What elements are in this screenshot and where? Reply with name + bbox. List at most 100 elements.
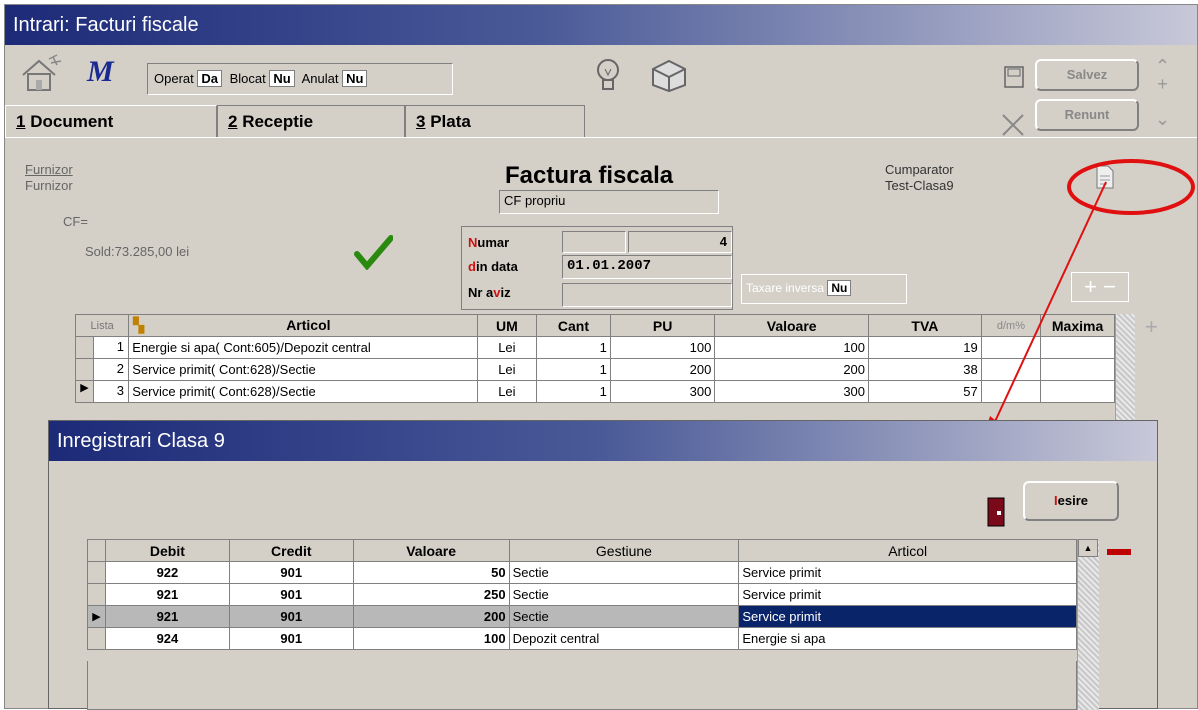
- chevron-down-icon[interactable]: ⌄: [1155, 109, 1170, 130]
- home-icon[interactable]: [19, 53, 65, 96]
- chevron-up-icon[interactable]: ⌃: [1155, 57, 1170, 75]
- row-pointer-icon[interactable]: ▶: [76, 381, 94, 402]
- taxare-value[interactable]: Nu: [827, 280, 852, 296]
- row-debit[interactable]: 924: [104, 627, 230, 650]
- row-um[interactable]: Lei: [476, 380, 538, 403]
- date-field[interactable]: 01.01.2007: [562, 255, 732, 279]
- window-title: Intrari: Facturi fiscale: [5, 5, 1197, 45]
- row-valoare[interactable]: 50: [352, 561, 510, 584]
- row-valoare[interactable]: 200: [714, 358, 870, 381]
- blocat-value[interactable]: Nu: [269, 70, 295, 87]
- row-indicator[interactable]: [87, 583, 106, 606]
- save-disk-icon[interactable]: [1003, 65, 1025, 92]
- remove-minus-icon[interactable]: [1107, 549, 1131, 555]
- scroll-up-icon[interactable]: ▲: [1078, 539, 1098, 557]
- row-debit[interactable]: 921: [104, 583, 230, 606]
- row-articol[interactable]: Service primit: [738, 561, 1077, 584]
- col-valoare[interactable]: Valoare: [714, 314, 870, 337]
- col-valoare[interactable]: Valoare: [352, 539, 510, 562]
- status-flags: Operat Da Blocat Nu Anulat Nu: [147, 63, 453, 95]
- col-gestiune[interactable]: Gestiune: [508, 539, 740, 562]
- row-tva[interactable]: 57: [868, 380, 982, 403]
- plus-icon[interactable]: +: [1145, 314, 1158, 340]
- nav-arrows[interactable]: ⌃ +: [1155, 57, 1170, 93]
- invoice-number-block: Numar 4 din data 01.01.2007 Nr aviz: [461, 226, 733, 310]
- cf-propriu-field[interactable]: CF propriu: [499, 190, 719, 214]
- col-um[interactable]: UM: [476, 314, 538, 337]
- row-gestiune[interactable]: Sectie: [508, 583, 740, 606]
- cumparator-block: Cumparator Test-Clasa9: [885, 162, 954, 194]
- row-pu[interactable]: 200: [609, 358, 716, 381]
- row-gestiune[interactable]: Sectie: [508, 605, 740, 628]
- table-row[interactable]: 924 901 100 Depozit central Energie si a…: [87, 627, 1077, 650]
- row-cant[interactable]: 1: [536, 336, 611, 359]
- anulat-value[interactable]: Nu: [342, 70, 368, 87]
- col-indicator: [87, 539, 106, 562]
- row-valoare[interactable]: 250: [352, 583, 510, 606]
- tab-receptie[interactable]: 2 Receptie: [217, 105, 405, 137]
- col-credit[interactable]: Credit: [228, 539, 354, 562]
- save-button[interactable]: Salvez: [1035, 59, 1139, 91]
- col-articol[interactable]: ▚ Articol: [128, 314, 478, 337]
- row-debit[interactable]: 921: [104, 605, 230, 628]
- clasa9-scrollbar[interactable]: ▲: [1077, 539, 1099, 710]
- table-row[interactable]: ▶ 3 Service primit( Cont:628)/Sectie Lei …: [74, 380, 1115, 403]
- row-indicator[interactable]: [87, 627, 106, 650]
- row-articol[interactable]: Service primit: [738, 605, 1077, 628]
- row-gestiune[interactable]: Depozit central: [508, 627, 740, 650]
- cancel-button[interactable]: Renunt: [1035, 99, 1139, 131]
- row-indicator[interactable]: [76, 359, 94, 380]
- row-gestiune[interactable]: Sectie: [508, 561, 740, 584]
- row-articol[interactable]: Energie si apa: [738, 627, 1077, 650]
- col-articol[interactable]: Articol: [738, 539, 1077, 562]
- box-icon[interactable]: [649, 55, 689, 96]
- operat-label: Operat: [154, 71, 194, 86]
- tab-plata[interactable]: 3 Plata: [405, 105, 585, 137]
- row-pu[interactable]: 100: [609, 336, 716, 359]
- row-valoare[interactable]: 100: [714, 336, 870, 359]
- exit-button[interactable]: Iesire: [1023, 481, 1119, 521]
- tree-icon[interactable]: ▚: [133, 317, 144, 334]
- row-valoare[interactable]: 200: [352, 605, 510, 628]
- table-row[interactable]: 922 901 50 Sectie Service primit: [87, 561, 1077, 584]
- lightbulb-icon[interactable]: [595, 57, 621, 96]
- row-valoare[interactable]: 100: [352, 627, 510, 650]
- numar-series-field[interactable]: [562, 231, 626, 253]
- row-credit[interactable]: 901: [228, 605, 354, 628]
- furnizor-label[interactable]: Furnizor: [25, 162, 73, 178]
- row-cant[interactable]: 1: [536, 358, 611, 381]
- row-articol[interactable]: Service primit( Cont:628)/Sectie: [128, 358, 478, 381]
- tab-document[interactable]: 1 Document: [5, 105, 217, 137]
- table-row[interactable]: 1 Energie si apa( Cont:605)/Depozit cent…: [74, 336, 1115, 359]
- col-cant[interactable]: Cant: [536, 314, 611, 337]
- row-cant[interactable]: 1: [536, 380, 611, 403]
- row-um[interactable]: Lei: [476, 336, 538, 359]
- row-valoare[interactable]: 300: [714, 380, 870, 403]
- row-pu[interactable]: 300: [609, 380, 716, 403]
- table-row-selected[interactable]: ▶ 921 901 200 Sectie Service primit: [87, 605, 1077, 628]
- aviz-field[interactable]: [562, 283, 732, 307]
- table-row[interactable]: 2 Service primit( Cont:628)/Sectie Lei 1…: [74, 358, 1115, 381]
- row-articol[interactable]: Energie si apa( Cont:605)/Depozit centra…: [128, 336, 478, 359]
- row-indicator[interactable]: [87, 561, 106, 584]
- row-um[interactable]: Lei: [476, 358, 538, 381]
- col-lista[interactable]: Lista: [74, 314, 130, 337]
- row-tva[interactable]: 19: [868, 336, 982, 359]
- numar-field[interactable]: 4: [628, 231, 732, 253]
- row-pointer-icon[interactable]: ▶: [87, 605, 106, 628]
- row-indicator[interactable]: [76, 337, 94, 358]
- plus-icon[interactable]: +: [1155, 75, 1170, 93]
- row-debit[interactable]: 922: [104, 561, 230, 584]
- col-debit[interactable]: Debit: [104, 539, 230, 562]
- row-articol[interactable]: Service primit: [738, 583, 1077, 606]
- row-credit[interactable]: 901: [228, 561, 354, 584]
- m-logo-icon[interactable]: M: [87, 55, 114, 89]
- row-articol[interactable]: Service primit( Cont:628)/Sectie: [128, 380, 478, 403]
- operat-value[interactable]: Da: [197, 70, 222, 87]
- col-pu[interactable]: PU: [609, 314, 716, 337]
- table-row[interactable]: 921 901 250 Sectie Service primit: [87, 583, 1077, 606]
- row-credit[interactable]: 901: [228, 583, 354, 606]
- row-credit[interactable]: 901: [228, 627, 354, 650]
- row-tva[interactable]: 38: [868, 358, 982, 381]
- col-tva[interactable]: TVA: [868, 314, 982, 337]
